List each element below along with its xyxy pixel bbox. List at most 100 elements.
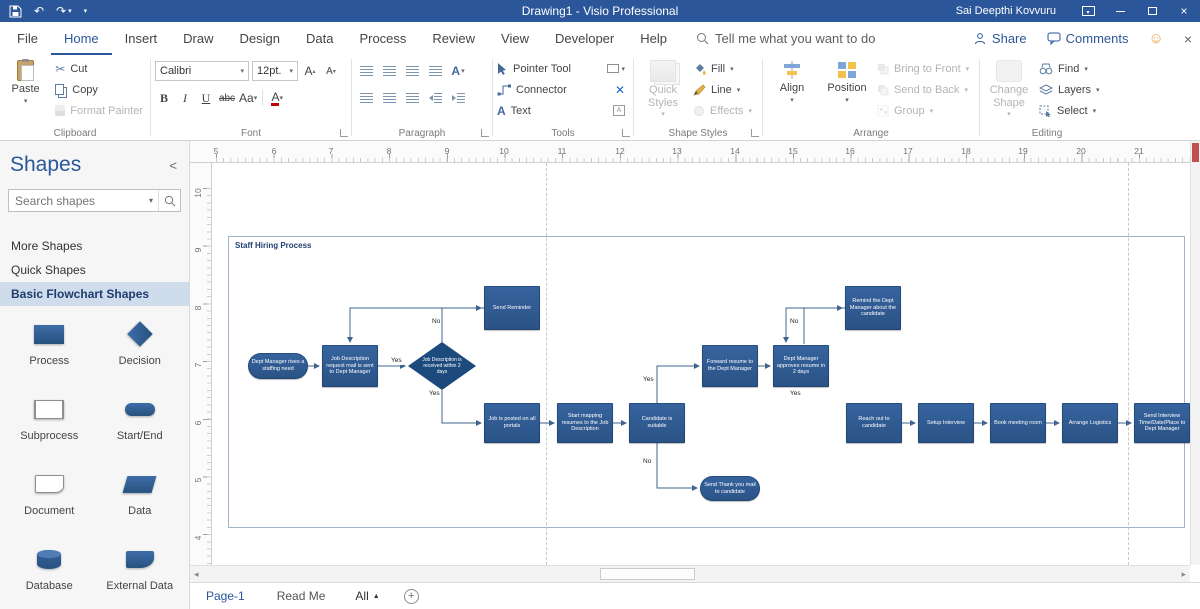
stencil-section-link[interactable]: Basic Flowchart Shapes (0, 282, 189, 306)
stencil-shape[interactable]: Data (95, 472, 186, 517)
comments-button[interactable]: Comments (1047, 31, 1128, 46)
increase-font-size-button[interactable]: A ▴ (301, 62, 319, 81)
line-button[interactable]: Line ▾ (693, 79, 752, 100)
find-button[interactable]: Find ▾ (1039, 58, 1100, 79)
change-case-button[interactable]: Aa ▾ (239, 89, 257, 108)
customize-quick-access-button[interactable]: ▾ (84, 8, 88, 15)
ribbon-tab[interactable]: Help (627, 22, 680, 55)
ruler-number: 6 (271, 146, 277, 156)
page-tab-readme[interactable]: Read Me (261, 583, 342, 609)
stencil-shape[interactable]: Process (4, 322, 95, 367)
ruler-number: 10 (193, 188, 203, 198)
dialog-launcher-icon[interactable] (481, 129, 489, 137)
bold-button[interactable]: B (155, 89, 173, 108)
align-bottom-button[interactable] (402, 62, 422, 81)
page-tab-page1[interactable]: Page-1 (190, 583, 261, 609)
bring-to-front-icon (878, 63, 889, 74)
search-shapes-box[interactable]: ▾ (8, 189, 181, 212)
ribbon-tab[interactable]: Developer (542, 22, 627, 55)
maximize-button[interactable] (1136, 0, 1168, 22)
redo-button[interactable]: ↷ ▾ (56, 5, 72, 17)
close-button[interactable]: × (1168, 0, 1200, 22)
all-pages-dropdown[interactable]: All ▲ (341, 589, 393, 603)
dialog-launcher-icon[interactable] (340, 129, 348, 137)
pointer-tool-button[interactable]: Pointer Tool ▾ (497, 58, 625, 79)
dialog-launcher-icon[interactable] (751, 129, 759, 137)
align-top-button[interactable] (356, 62, 376, 81)
align-center-button[interactable] (379, 89, 399, 108)
stencil-shape[interactable]: Document (4, 472, 95, 517)
close-document-button[interactable]: × (1184, 31, 1192, 47)
ribbon-tab[interactable]: Design (227, 22, 293, 55)
search-button[interactable] (158, 190, 180, 211)
dialog-launcher-icon[interactable] (622, 129, 630, 137)
increase-indent-button[interactable] (448, 89, 468, 108)
account-user-name[interactable]: Sai Deepthi Kovvuru (956, 5, 1056, 17)
align-middle-button[interactable] (379, 62, 399, 81)
strikethrough-button[interactable]: abc (218, 89, 236, 108)
vertical-scrollbar-thumb[interactable] (1192, 143, 1199, 162)
underline-button[interactable]: U (197, 89, 215, 108)
horizontal-scrollbar-thumb[interactable] (600, 568, 695, 580)
stencil-shape[interactable]: Subprocess (4, 397, 95, 442)
decrease-font-size-button[interactable]: A ▾ (322, 62, 340, 81)
feedback-smiley-icon[interactable]: ☺ (1148, 31, 1163, 46)
text-block-tool-button[interactable]: A (613, 105, 625, 116)
ribbon-tab[interactable]: Process (346, 22, 419, 55)
scroll-right-icon[interactable]: ▸ (1181, 569, 1186, 580)
cut-button[interactable]: ✂ Cut (52, 58, 146, 79)
position-button[interactable]: Position ▾ (822, 58, 872, 124)
insert-page-button[interactable]: + (403, 588, 419, 604)
font-color-button[interactable]: A ▾ (268, 89, 286, 108)
stencil-section-link[interactable]: Quick Shapes (0, 258, 189, 282)
stencil-section-link[interactable]: More Shapes (0, 234, 189, 258)
vertical-scrollbar[interactable] (1190, 141, 1200, 565)
ribbon-display-options-button[interactable]: ▾ (1072, 0, 1104, 22)
stencil-shape[interactable]: External Data (95, 547, 186, 592)
ribbon: Paste ▾ ✂ Cut Copy Format Painter Clipboa… (0, 55, 1200, 141)
stencil-shape[interactable]: Database (4, 547, 95, 592)
font-size-select[interactable]: 12pt. ▾ (252, 61, 298, 81)
search-shapes-input[interactable] (9, 193, 144, 208)
rectangle-icon (607, 64, 620, 73)
ribbon-tab[interactable]: Review (419, 22, 488, 55)
share-button[interactable]: Share (973, 31, 1027, 46)
align-left-button[interactable] (356, 89, 376, 108)
stencil-shape[interactable]: Decision (95, 321, 186, 367)
italic-button[interactable]: I (176, 89, 194, 108)
ribbon-tab[interactable]: Data (293, 22, 346, 55)
stencil-shape[interactable]: Start/End (95, 397, 186, 442)
copy-button[interactable]: Copy (52, 79, 146, 100)
ribbon-tab[interactable]: Home (51, 22, 112, 55)
align-right-button[interactable] (402, 89, 422, 108)
ribbon-tab[interactable]: File (4, 22, 51, 55)
paste-button[interactable]: Paste ▾ (4, 58, 47, 124)
font-family-select[interactable]: Calibri ▾ (155, 61, 249, 81)
bullets-button[interactable] (425, 62, 445, 81)
horizontal-scrollbar[interactable]: ◂ ▸ (190, 565, 1190, 582)
drawing-canvas[interactable]: Staff Hiring Process Dept Manager rises … (212, 163, 1190, 565)
rotate-text-button[interactable]: A ▾ (448, 62, 468, 81)
minimize-button[interactable] (1104, 0, 1136, 22)
connection-point-tool-button[interactable]: ✕ (615, 83, 625, 97)
select-button[interactable]: Select ▾ (1039, 100, 1100, 121)
collapse-panel-button[interactable]: < (169, 158, 177, 173)
ribbon-tab[interactable]: Draw (170, 22, 226, 55)
ruler-number: 9 (193, 247, 203, 253)
text-tool-button[interactable]: A Text A (497, 100, 625, 121)
connector-label: No (642, 458, 653, 466)
undo-button[interactable]: ↶ (34, 5, 44, 17)
scroll-left-icon[interactable]: ◂ (194, 569, 199, 580)
tell-me-box[interactable]: Tell me what you want to do (696, 22, 875, 55)
fill-button[interactable]: Fill ▾ (693, 58, 752, 79)
align-button[interactable]: Align ▾ (767, 58, 817, 124)
stencil-shape-icon (37, 549, 62, 569)
layers-button[interactable]: Layers ▾ (1039, 79, 1100, 100)
save-button[interactable] (9, 5, 22, 18)
ribbon-tab[interactable]: View (488, 22, 542, 55)
ribbon-tab[interactable]: Insert (112, 22, 171, 55)
rectangle-tool-dropdown[interactable]: ▾ (607, 64, 625, 73)
vertical-ruler: 10 9 8 7 6 5 4 (190, 163, 212, 565)
decrease-indent-button[interactable] (425, 89, 445, 108)
connector-tool-button[interactable]: Connector ✕ (497, 79, 625, 100)
